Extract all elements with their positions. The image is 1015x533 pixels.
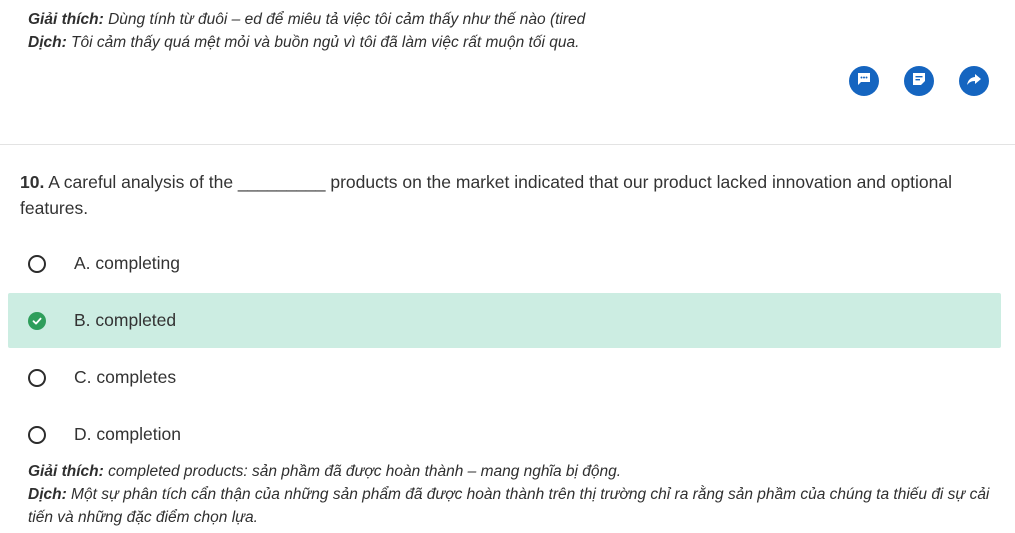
option-d[interactable]: D. completion (8, 407, 1001, 462)
explain-label: Giải thích: (28, 463, 104, 480)
comment-button[interactable] (849, 66, 879, 96)
option-label: B. completed (74, 310, 177, 330)
explain-text: completed products: sản phầm đã được hoà… (103, 463, 622, 480)
previous-explain-line: Giải thích: Dùng tính từ đuôi – ed để mi… (28, 8, 988, 31)
radio-unchecked-icon[interactable] (28, 254, 46, 273)
option-c[interactable]: C. completes (8, 350, 1001, 405)
question-text: A careful analysis of the _________ prod… (20, 172, 953, 218)
section-divider (0, 144, 1015, 145)
previous-translate-line: Dịch: Tôi cảm thấy quá mệt mỏi và buồn n… (28, 31, 988, 54)
option-label: D. completion (74, 424, 181, 444)
explain-text: Dùng tính từ đuôi – ed để miêu tả việc t… (103, 11, 586, 28)
option-b[interactable]: B. completed (8, 293, 1001, 348)
radio-unchecked-icon[interactable] (28, 425, 46, 444)
translate-label: Dịch: (28, 34, 67, 51)
share-icon (966, 71, 982, 92)
translate-line: Dịch: Một sự phân tích cẩn thận của nhữn… (28, 483, 990, 529)
share-button[interactable] (959, 66, 989, 96)
action-buttons (849, 66, 989, 96)
note-button[interactable] (904, 66, 934, 96)
translate-text: Tôi cảm thấy quá mệt mỏi và buồn ngủ vì … (66, 34, 580, 51)
question-number: 10. (20, 172, 45, 192)
check-circle-icon[interactable] (28, 311, 46, 330)
translate-label: Dịch: (28, 486, 67, 503)
answer-explanation: Giải thích: completed products: sản phầm… (28, 460, 990, 529)
note-icon (911, 71, 927, 92)
explain-label: Giải thích: (28, 11, 104, 28)
comment-icon (856, 71, 872, 92)
translate-text: Một sự phân tích cẩn thận của những sản … (28, 486, 990, 526)
explain-line: Giải thích: completed products: sản phầm… (28, 460, 990, 483)
option-label: A. completing (74, 253, 181, 273)
previous-explanation: Giải thích: Dùng tính từ đuôi – ed để mi… (28, 8, 988, 54)
question: 10. A careful analysis of the _________ … (20, 169, 980, 221)
option-a[interactable]: A. completing (8, 236, 1001, 291)
radio-unchecked-icon[interactable] (28, 368, 46, 387)
option-label: C. completes (74, 367, 177, 387)
